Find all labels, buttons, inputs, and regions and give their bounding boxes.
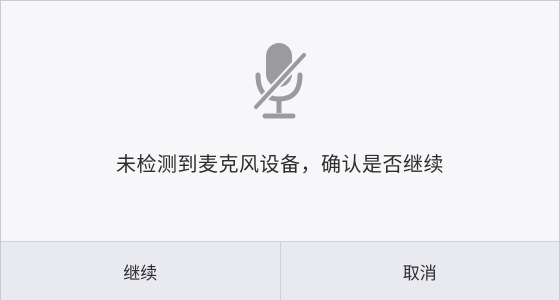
dialog-button-bar: 继续 取消 — [1, 241, 559, 300]
cancel-button[interactable]: 取消 — [280, 242, 559, 300]
microphone-warning-dialog: 未检测到麦克风设备，确认是否继续 继续 取消 — [0, 0, 560, 300]
continue-button[interactable]: 继续 — [1, 242, 281, 300]
microphone-muted-icon — [252, 43, 308, 119]
icon-area — [1, 37, 559, 127]
dialog-message: 未检测到麦克风设备，确认是否继续 — [116, 152, 444, 176]
